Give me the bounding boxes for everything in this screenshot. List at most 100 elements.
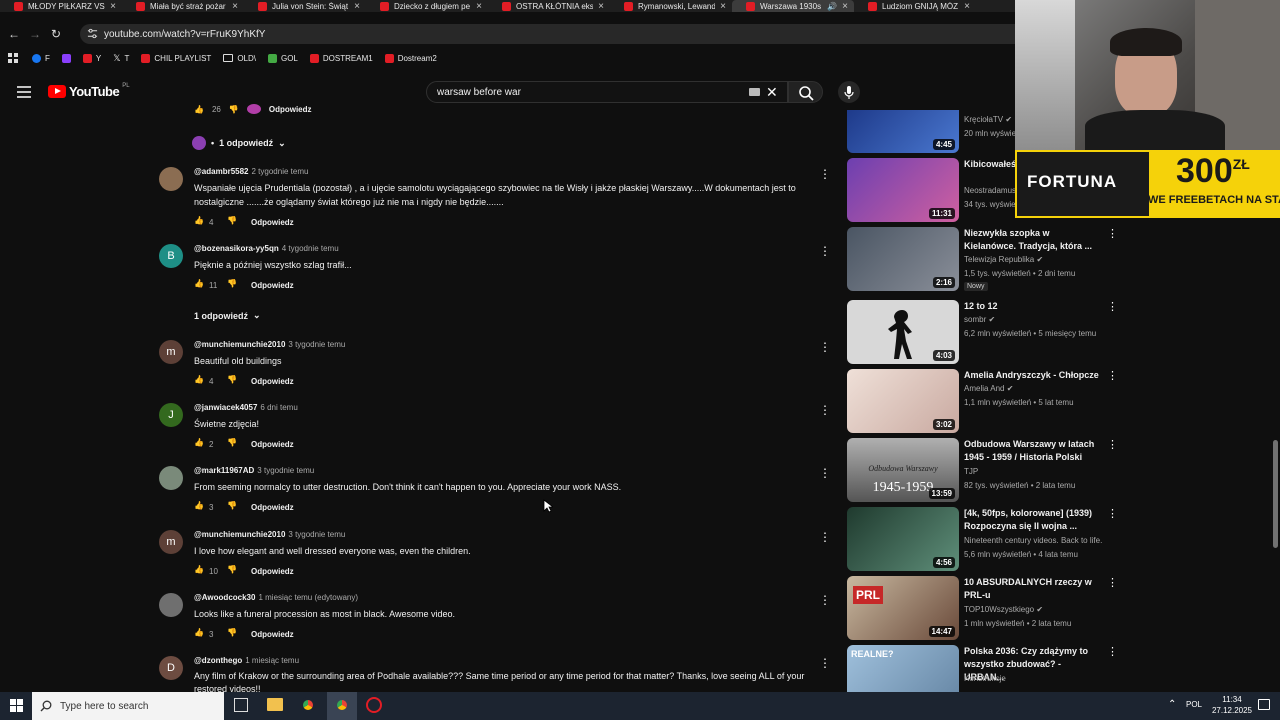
dislike-icon[interactable]: 👎: [227, 438, 239, 450]
comment-time[interactable]: 4 tygodnie temu: [282, 244, 339, 253]
comment-author[interactable]: @adambr5582 2 tygodnie temu: [194, 167, 308, 176]
video-title[interactable]: 10 ABSURDALNYCH rzeczy w PRL-u: [964, 576, 1102, 602]
related-video[interactable]: PRL 14:47 10 ABSURDALNYCH rzeczy w PRL-u…: [847, 576, 1118, 640]
comment-author[interactable]: @bozenasikora-yy5qn 4 tygodnie temu: [194, 244, 339, 253]
more-options-icon[interactable]: ⋮: [1107, 507, 1118, 520]
page-scrollbar[interactable]: [1273, 440, 1278, 548]
tab-warszawa-active[interactable]: Warszawa 1930s 🔊 ×: [732, 0, 854, 12]
related-video[interactable]: 2:16 Niezwykła szopka w Kielanówce. Trad…: [847, 227, 1118, 291]
video-thumbnail[interactable]: REALNE?: [847, 645, 959, 692]
author-name[interactable]: @adambr5582: [194, 167, 249, 176]
video-title[interactable]: 12 to 12: [964, 300, 1102, 313]
site-info-icon[interactable]: [87, 28, 98, 39]
more-options-icon[interactable]: ⋮: [819, 530, 831, 544]
bookmark-folder-old[interactable]: OLD\: [223, 54, 256, 63]
language-indicator[interactable]: POL: [1186, 700, 1202, 709]
channel-name-text[interactable]: KręciołaTV: [964, 115, 1003, 124]
avatar[interactable]: [159, 167, 183, 191]
tab-ludziom[interactable]: Ludziom GNIJĄ MÓZ ×: [854, 0, 976, 12]
more-options-icon[interactable]: ⋮: [1107, 576, 1118, 589]
tab-ostra[interactable]: OSTRA KŁÓTNIA eksp ×: [488, 0, 610, 12]
dislike-icon[interactable]: 👎: [229, 105, 239, 114]
reply-button[interactable]: Odpowiedz: [251, 440, 294, 449]
more-options-icon[interactable]: ⋮: [819, 403, 831, 417]
dislike-icon[interactable]: 👎: [227, 628, 239, 640]
channel-name-text[interactable]: Amelia And: [964, 384, 1004, 393]
avatar[interactable]: m: [159, 340, 183, 364]
view-replies-button[interactable]: • 1 odpowiedź ⌄: [192, 136, 286, 150]
reply-button[interactable]: Odpowiedz: [251, 630, 294, 639]
tab-julia[interactable]: Julia von Stein: Świąt ×: [244, 0, 366, 12]
channel-name[interactable]: KręciołaTV ✔: [964, 115, 1012, 124]
close-tab-icon[interactable]: ×: [354, 1, 360, 12]
video-thumbnail[interactable]: Odbudowa Warszawy 1945-1959 13:59: [847, 438, 959, 502]
close-tab-icon[interactable]: ×: [476, 1, 482, 12]
close-tab-icon[interactable]: ×: [842, 1, 848, 12]
dislike-icon[interactable]: 👎: [227, 279, 239, 291]
like-icon[interactable]: 👍: [194, 628, 206, 640]
video-thumbnail[interactable]: 4:56: [847, 507, 959, 571]
channel-name[interactable]: sombr ✔: [964, 315, 995, 324]
like-icon[interactable]: 👍: [194, 375, 206, 387]
menu-icon[interactable]: [16, 85, 32, 99]
taskbar-search-input[interactable]: Type here to search: [32, 692, 224, 720]
video-thumbnail[interactable]: 4:45: [847, 110, 959, 153]
more-options-icon[interactable]: ⋮: [1107, 438, 1118, 451]
avatar[interactable]: m: [159, 530, 183, 554]
avatar[interactable]: D: [159, 656, 183, 680]
more-options-icon[interactable]: ⋮: [819, 593, 831, 607]
like-icon[interactable]: 👍: [194, 216, 206, 228]
comment-time[interactable]: 3 tygodnie temu: [288, 530, 345, 539]
video-thumbnail[interactable]: 2:16: [847, 227, 959, 291]
author-name[interactable]: @bozenasikora-yy5qn: [194, 244, 279, 253]
task-view-icon[interactable]: [234, 698, 248, 712]
bookmark-youtube[interactable]: Y: [82, 53, 101, 63]
youtube-logo[interactable]: YouTube PL: [48, 83, 130, 99]
close-tab-icon[interactable]: ×: [720, 1, 726, 12]
close-tab-icon[interactable]: ×: [232, 1, 238, 12]
comment-time[interactable]: 1 miesiąc temu: [245, 656, 299, 665]
comment-time[interactable]: 3 tygodnie temu: [288, 340, 345, 349]
tab-mlody[interactable]: MŁODY PIŁKARZ VS ×: [0, 0, 122, 12]
reply-button[interactable]: Odpowiedz: [251, 567, 294, 576]
more-options-icon[interactable]: ⋮: [819, 656, 829, 670]
tab-dziecko[interactable]: Dziecko z długiem pe ×: [366, 0, 488, 12]
file-explorer-icon[interactable]: [267, 698, 283, 711]
related-video[interactable]: 4:56 [4k, 50fps, kolorowane] (1939) Rozp…: [847, 507, 1118, 571]
comment-author[interactable]: @janwiacek4057 6 dni temu: [194, 403, 298, 412]
address-bar[interactable]: youtube.com/watch?v=rFruK9YhKfY: [80, 24, 1015, 44]
search-button[interactable]: [788, 81, 823, 103]
video-thumbnail[interactable]: PRL 14:47: [847, 576, 959, 640]
video-thumbnail[interactable]: 11:31: [847, 158, 959, 222]
reply-button[interactable]: Odpowiedz: [251, 377, 294, 386]
channel-name[interactable]: TOP10Wszystkiego ✔: [964, 605, 1043, 614]
more-options-icon[interactable]: ⋮: [1107, 227, 1118, 240]
channel-name-text[interactable]: Telewizja Republika: [964, 255, 1034, 264]
author-name[interactable]: @janwiacek4057: [194, 403, 257, 412]
voice-search-button[interactable]: [838, 81, 860, 103]
close-tab-icon[interactable]: ×: [110, 1, 116, 12]
clock[interactable]: 11:34 27.12.2025: [1210, 694, 1254, 716]
video-title[interactable]: [4k, 50fps, kolorowane] (1939) Rozpoczyn…: [964, 507, 1102, 533]
channel-name-text[interactable]: TOP10Wszystkiego: [964, 605, 1034, 614]
bookmark-twitch[interactable]: [61, 53, 71, 63]
avatar[interactable]: B: [159, 244, 183, 268]
comment-author[interactable]: @dzonthego 1 miesiąc temu: [194, 656, 299, 665]
avatar[interactable]: [159, 466, 183, 490]
related-video[interactable]: Odbudowa Warszawy 1945-1959 13:59 Odbudo…: [847, 438, 1118, 502]
comment-author[interactable]: @munchiemunchie2010 3 tygodnie temu: [194, 530, 345, 539]
more-options-icon[interactable]: ⋮: [1107, 300, 1118, 313]
reply-button[interactable]: Odpowiedz: [251, 218, 294, 227]
reply-button[interactable]: Odpowiedz: [269, 105, 312, 114]
comment-time[interactable]: 3 tygodnie temu: [257, 466, 314, 475]
reply-button[interactable]: Odpowiedz: [251, 503, 294, 512]
comment-author[interactable]: @Awoodcock30 1 miesiąc temu (edytowany): [194, 593, 358, 602]
dislike-icon[interactable]: 👎: [227, 501, 239, 513]
forward-arrow-icon[interactable]: →: [28, 27, 42, 41]
related-video[interactable]: 3:02 Amelia Andryszczyk - Chłopcze Ameli…: [847, 369, 1118, 433]
more-options-icon[interactable]: ⋮: [819, 466, 831, 480]
video-title[interactable]: Amelia Andryszczyk - Chłopcze: [964, 369, 1102, 382]
more-options-icon[interactable]: ⋮: [819, 244, 831, 258]
channel-name[interactable]: Neostradamus: [964, 186, 1016, 195]
channel-name[interactable]: Konstrukcje: [964, 674, 1006, 683]
